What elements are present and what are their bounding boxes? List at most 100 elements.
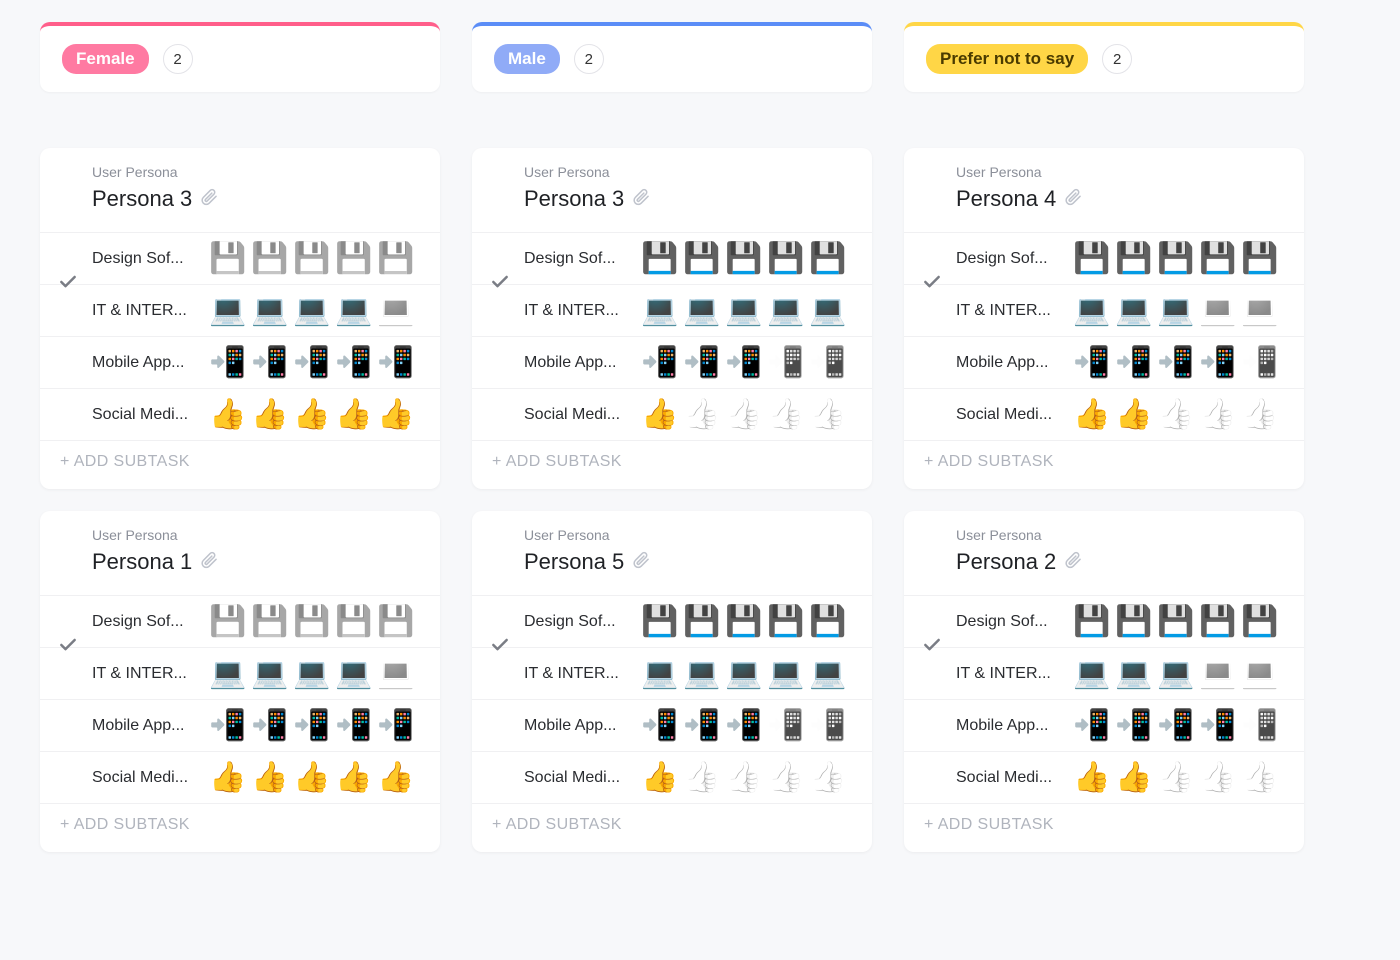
rating-icon[interactable]: 📲 — [1114, 343, 1154, 383]
rating-icon[interactable]: 💻 — [250, 291, 290, 331]
rating-icon[interactable]: 💾 — [1198, 602, 1238, 642]
rating-icon[interactable]: 💻 — [376, 654, 416, 694]
rating-icon[interactable]: 📲 — [1198, 706, 1238, 746]
column-label-pill[interactable]: Male — [494, 44, 560, 74]
rating-icon[interactable]: 📲 — [682, 343, 722, 383]
breadcrumb[interactable]: User Persona — [956, 164, 1284, 180]
rating-icons[interactable]: 💻💻💻💻💻 — [640, 654, 848, 694]
persona-card[interactable]: User PersonaPersona 1Design Sof...💾💾💾💾💾I… — [40, 511, 440, 852]
rating-icon[interactable]: 💻 — [1072, 291, 1112, 331]
rating-icon[interactable]: 💾 — [1156, 602, 1196, 642]
rating-icon[interactable]: 📲 — [208, 706, 248, 746]
persona-card[interactable]: User PersonaPersona 2Design Sof...💾💾💾💾💾I… — [904, 511, 1304, 852]
rating-icon[interactable]: 💻 — [1114, 291, 1154, 331]
rating-icon[interactable]: 👍 — [376, 758, 416, 798]
rating-icon[interactable]: 💻 — [640, 654, 680, 694]
rating-icon[interactable]: 💻 — [682, 291, 722, 331]
rating-icon[interactable]: 📲 — [292, 706, 332, 746]
rating-icons[interactable]: 👍👍👍👍👍 — [1072, 758, 1280, 798]
rating-icon[interactable]: 💾 — [1198, 239, 1238, 279]
rating-icon[interactable]: 👍 — [1240, 395, 1280, 435]
add-subtask-button[interactable]: + ADD SUBTASK — [40, 441, 440, 485]
rating-icon[interactable]: 👍 — [1240, 758, 1280, 798]
complete-check-icon[interactable] — [58, 272, 78, 298]
rating-icons[interactable]: 💾💾💾💾💾 — [640, 602, 848, 642]
rating-icon[interactable]: 💻 — [808, 654, 848, 694]
rating-icon[interactable]: 👍 — [208, 395, 248, 435]
rating-icon[interactable]: 👍 — [1198, 395, 1238, 435]
rating-icon[interactable]: 💻 — [724, 654, 764, 694]
rating-icon[interactable]: 💻 — [292, 291, 332, 331]
rating-icon[interactable]: 💻 — [334, 291, 374, 331]
persona-card[interactable]: User PersonaPersona 4Design Sof...💾💾💾💾💾I… — [904, 148, 1304, 489]
rating-icon[interactable]: 👍 — [682, 395, 722, 435]
rating-icon[interactable]: 📲 — [1156, 343, 1196, 383]
rating-icons[interactable]: 💻💻💻💻💻 — [208, 291, 416, 331]
rating-icon[interactable]: 💾 — [640, 602, 680, 642]
rating-icon[interactable]: 💾 — [1240, 602, 1280, 642]
rating-icon[interactable]: 📲 — [1240, 706, 1280, 746]
rating-icon[interactable]: 💾 — [766, 239, 806, 279]
rating-icon[interactable]: 👍 — [250, 758, 290, 798]
rating-icons[interactable]: 👍👍👍👍👍 — [640, 758, 848, 798]
rating-icon[interactable]: 👍 — [1198, 758, 1238, 798]
paperclip-icon[interactable] — [1064, 551, 1082, 574]
paperclip-icon[interactable] — [1064, 188, 1082, 211]
rating-icon[interactable]: 📲 — [292, 343, 332, 383]
rating-icon[interactable]: 👍 — [808, 758, 848, 798]
rating-icon[interactable]: 💻 — [808, 291, 848, 331]
rating-icon[interactable]: 📲 — [640, 706, 680, 746]
rating-icons[interactable]: 📲📲📲📲📲 — [208, 706, 416, 746]
rating-icon[interactable]: 💾 — [334, 239, 374, 279]
rating-icon[interactable]: 💾 — [808, 239, 848, 279]
rating-icon[interactable]: 💾 — [376, 239, 416, 279]
rating-icon[interactable]: 💾 — [208, 602, 248, 642]
rating-icon[interactable]: 📲 — [376, 706, 416, 746]
paperclip-icon[interactable] — [200, 188, 218, 211]
rating-icon[interactable]: 📲 — [1240, 343, 1280, 383]
persona-card[interactable]: User PersonaPersona 5Design Sof...💾💾💾💾💾I… — [472, 511, 872, 852]
rating-icon[interactable]: 📲 — [334, 343, 374, 383]
card-title[interactable]: Persona 3 — [524, 186, 624, 212]
add-subtask-button[interactable]: + ADD SUBTASK — [472, 804, 872, 848]
complete-check-icon[interactable] — [58, 635, 78, 661]
rating-icon[interactable]: 💾 — [682, 239, 722, 279]
rating-icon[interactable]: 💻 — [1240, 291, 1280, 331]
persona-card[interactable]: User PersonaPersona 3Design Sof...💾💾💾💾💾I… — [40, 148, 440, 489]
rating-icon[interactable]: 📲 — [250, 706, 290, 746]
paperclip-icon[interactable] — [632, 551, 650, 574]
rating-icon[interactable]: 📲 — [682, 706, 722, 746]
rating-icon[interactable]: 💻 — [766, 291, 806, 331]
rating-icon[interactable]: 💾 — [1156, 239, 1196, 279]
rating-icon[interactable]: 👍 — [1072, 395, 1112, 435]
rating-icon[interactable]: 💾 — [1072, 239, 1112, 279]
rating-icons[interactable]: 📲📲📲📲📲 — [1072, 343, 1280, 383]
rating-icon[interactable]: 📲 — [724, 706, 764, 746]
rating-icon[interactable]: 💻 — [292, 654, 332, 694]
rating-icons[interactable]: 💻💻💻💻💻 — [1072, 291, 1280, 331]
rating-icon[interactable]: 📲 — [376, 343, 416, 383]
rating-icon[interactable]: 💻 — [1240, 654, 1280, 694]
rating-icons[interactable]: 💻💻💻💻💻 — [208, 654, 416, 694]
rating-icons[interactable]: 👍👍👍👍👍 — [1072, 395, 1280, 435]
rating-icon[interactable]: 💻 — [1156, 654, 1196, 694]
breadcrumb[interactable]: User Persona — [92, 164, 420, 180]
rating-icon[interactable]: 👍 — [1156, 758, 1196, 798]
rating-icons[interactable]: 💾💾💾💾💾 — [1072, 239, 1280, 279]
rating-icon[interactable]: 💾 — [250, 239, 290, 279]
rating-icon[interactable]: 👍 — [724, 758, 764, 798]
rating-icon[interactable]: 👍 — [292, 395, 332, 435]
add-subtask-button[interactable]: + ADD SUBTASK — [40, 804, 440, 848]
rating-icon[interactable]: 👍 — [682, 758, 722, 798]
rating-icons[interactable]: 📲📲📲📲📲 — [208, 343, 416, 383]
rating-icon[interactable]: 📲 — [640, 343, 680, 383]
rating-icon[interactable]: 💾 — [1114, 239, 1154, 279]
rating-icon[interactable]: 👍 — [376, 395, 416, 435]
rating-icons[interactable]: 📲📲📲📲📲 — [1072, 706, 1280, 746]
rating-icon[interactable]: 📲 — [250, 343, 290, 383]
rating-icon[interactable]: 💾 — [334, 602, 374, 642]
rating-icon[interactable]: 💾 — [640, 239, 680, 279]
rating-icon[interactable]: 💻 — [766, 654, 806, 694]
persona-card[interactable]: User PersonaPersona 3Design Sof...💾💾💾💾💾I… — [472, 148, 872, 489]
column-header[interactable]: Female2 — [40, 22, 440, 92]
